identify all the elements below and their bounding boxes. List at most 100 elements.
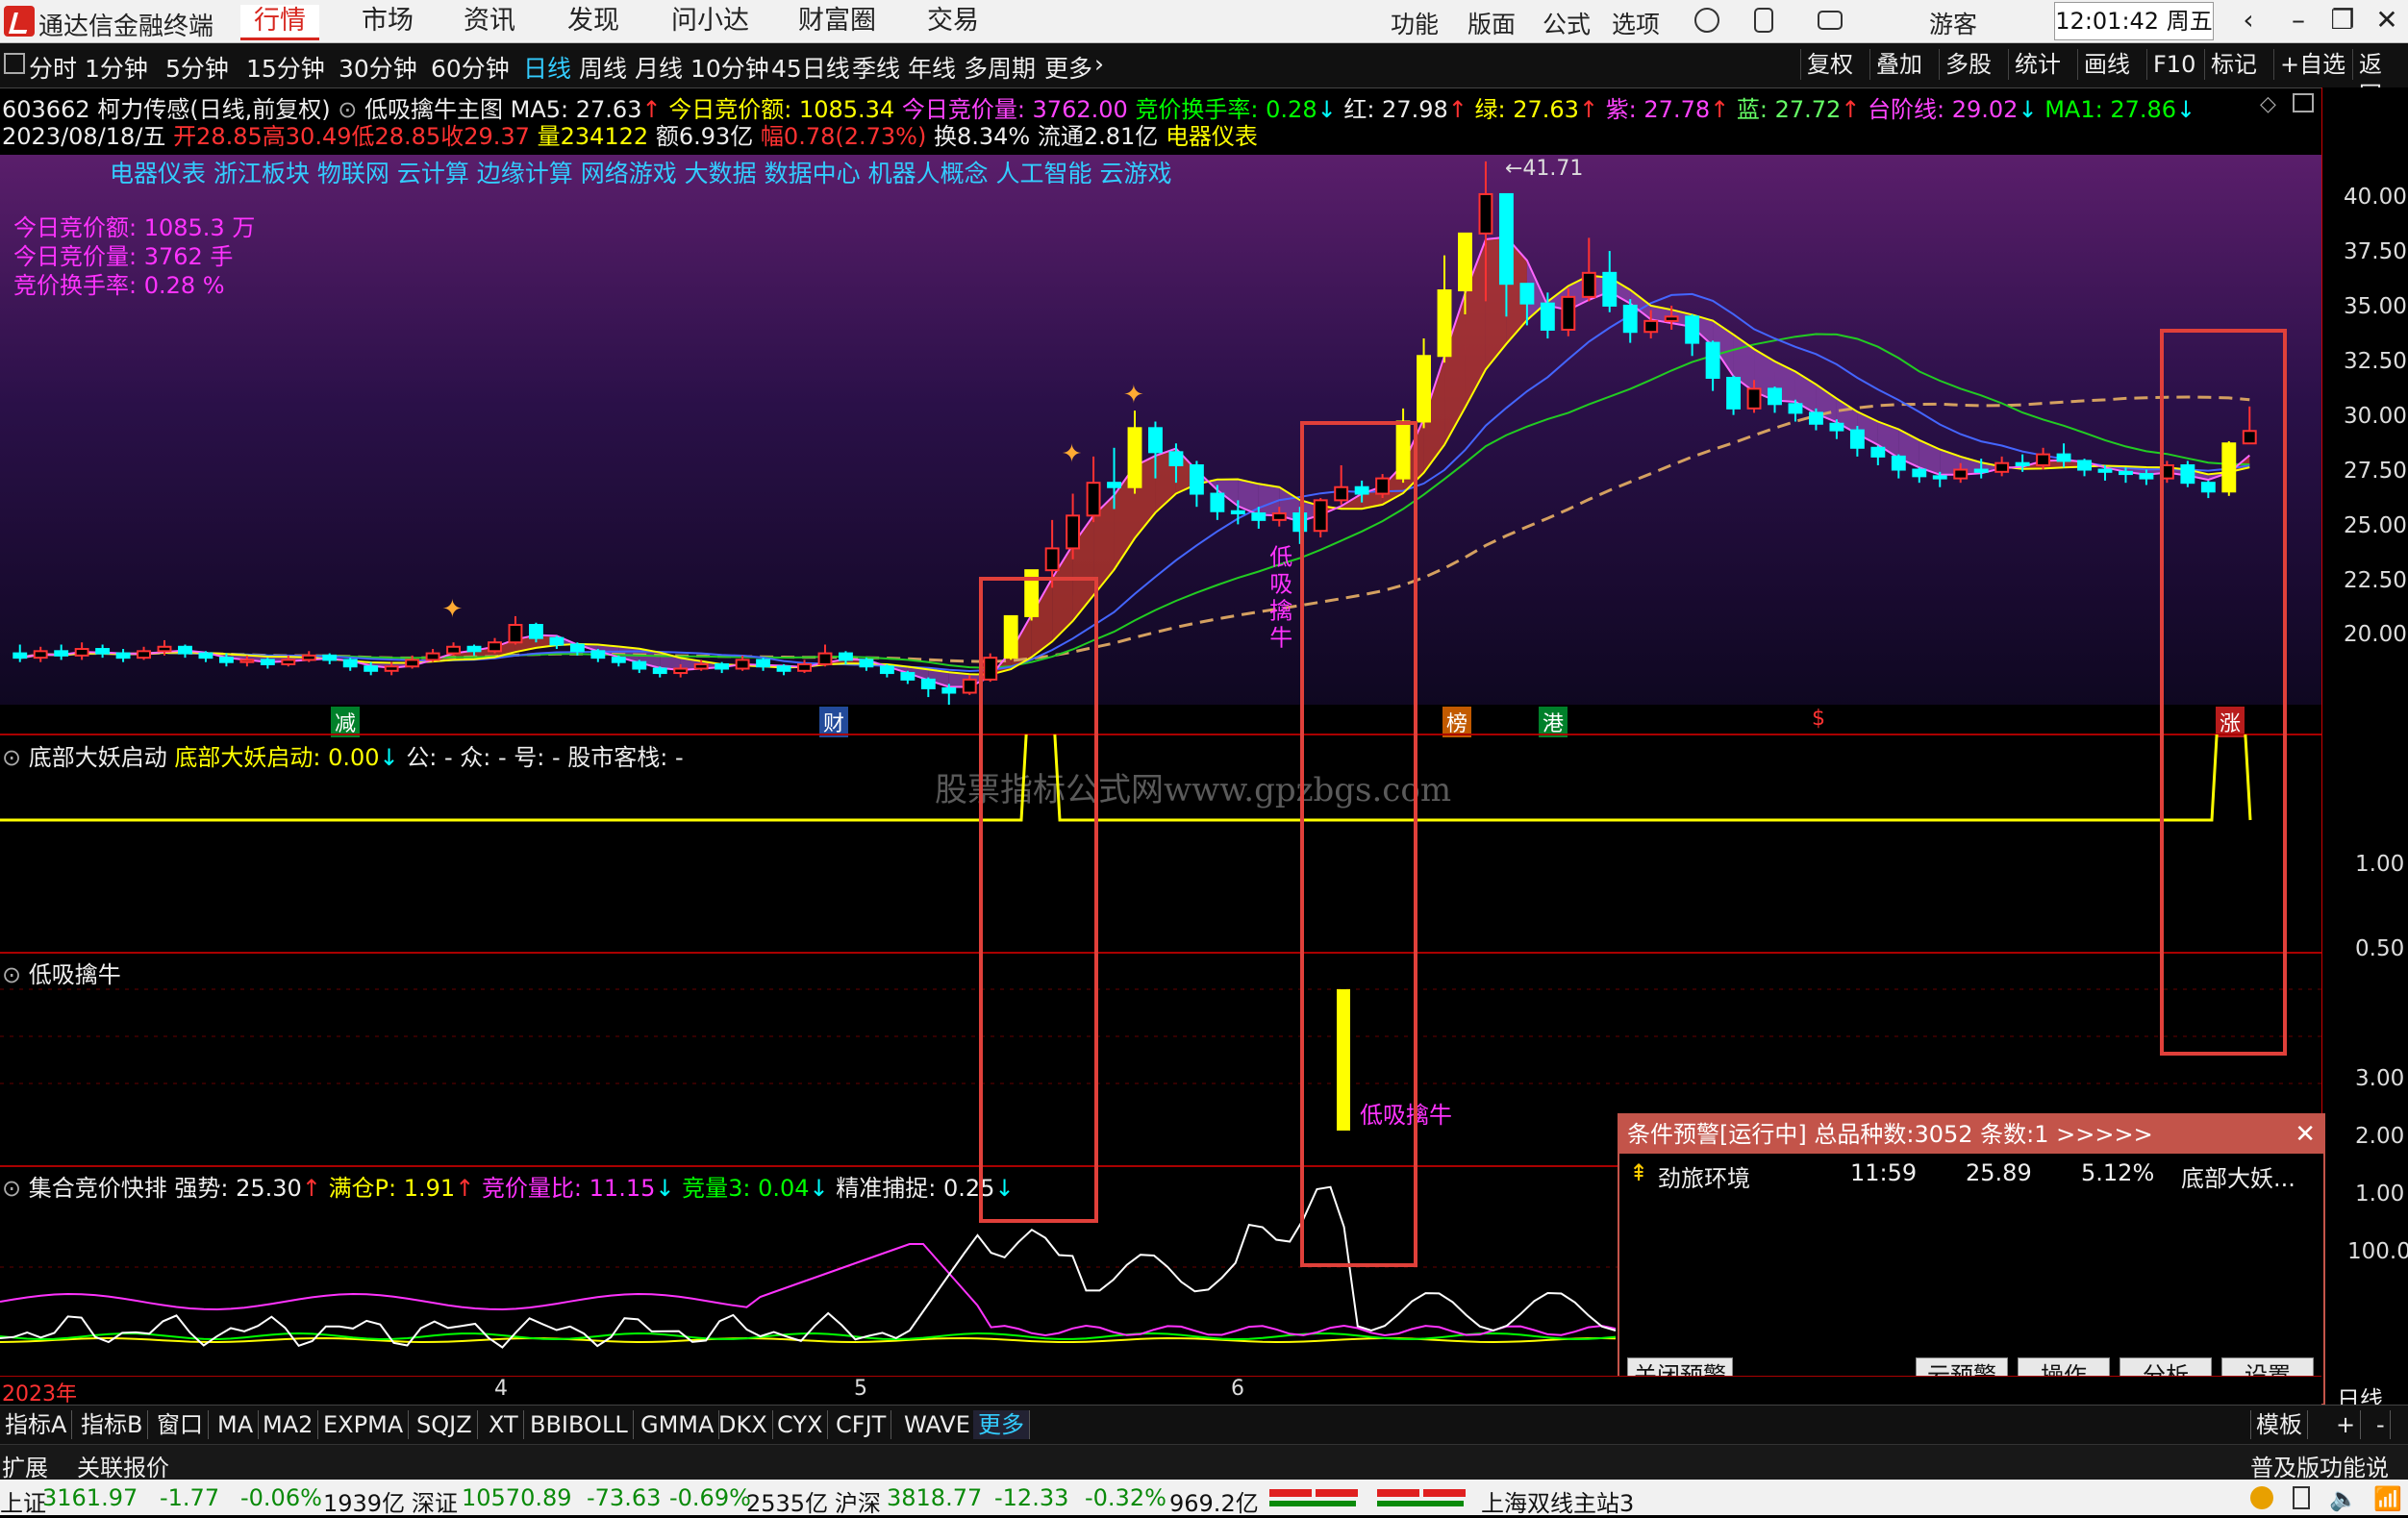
bar-amount: 额6.93亿 [656, 123, 753, 150]
toolbar-button-7[interactable]: +自选 [2273, 49, 2351, 80]
indicator-tab-4[interactable]: MA2 [258, 1410, 318, 1439]
alert-window[interactable]: 条件预警[运行中] 总品种数:3052 条数:1 >>>>> ✕ ⇞ 劲旅环境 … [1618, 1113, 2325, 1406]
server-name[interactable]: 上海双线主站3 [1481, 1484, 1634, 1518]
lock-icon[interactable] [2293, 1486, 2310, 1509]
candle-up [1666, 316, 1678, 321]
tool-xuanxiang[interactable]: 选项 [1612, 6, 1660, 40]
candle-up [695, 664, 708, 669]
indicator-tab-12[interactable]: CFJT [831, 1410, 891, 1439]
period-7[interactable]: 周线 [579, 50, 627, 85]
price-axis: 40.0037.5035.0032.5030.0027.5025.0022.50… [2321, 87, 2408, 1376]
period-4[interactable]: 30分钟 [339, 50, 417, 85]
diamond-icon[interactable]: ◇ [2260, 92, 2276, 116]
expand-button[interactable]: 扩展 [2, 1449, 48, 1482]
candle-down [922, 680, 935, 688]
alert-close-icon[interactable]: ✕ [2295, 1115, 2316, 1154]
menu-hangqing[interactable]: 行情 [240, 5, 319, 40]
indicator-tab-7[interactable]: XT [484, 1410, 524, 1439]
mail-icon[interactable] [1818, 11, 1843, 30]
toolbar-button-5[interactable]: F10 [2146, 49, 2201, 80]
candle-down [1169, 452, 1182, 465]
menu-faxian[interactable]: 发现 [554, 5, 633, 37]
hs-label[interactable]: 沪深 [835, 1484, 881, 1518]
toolbar-button-0[interactable]: 复权 [1800, 49, 1859, 80]
alert-time: 11:59 [1850, 1159, 1917, 1186]
period-9[interactable]: 10分钟 [690, 50, 769, 85]
candlestick-plot[interactable]: ←41.71←16.79低吸擒牛✦✦✦✦ [0, 155, 2321, 712]
menu-zixun[interactable]: 资讯 [450, 5, 529, 37]
period-3[interactable]: 15分钟 [246, 50, 325, 85]
period-11[interactable]: 季线 [852, 50, 900, 85]
tool-gongshi[interactable]: 公式 [1543, 6, 1591, 40]
zoom-out-button[interactable]: - [2371, 1410, 2391, 1439]
period-6[interactable]: 日线 [523, 50, 571, 85]
candle-up [819, 654, 832, 664]
main-chart[interactable]: 电器仪表 浙江板块 物联网 云计算 边缘计算 网络游戏 大数据 数据中心 机器人… [0, 155, 2321, 712]
phone-icon[interactable] [1754, 8, 1773, 33]
related-quote-button[interactable]: 关联报价 [77, 1449, 169, 1482]
indicator-tab-10[interactable]: DKX [714, 1410, 773, 1439]
candle-down [1934, 476, 1946, 478]
menu-jiaoyi[interactable]: 交易 [914, 5, 992, 37]
toolbar-button-3[interactable]: 统计 [2008, 49, 2067, 80]
period-5[interactable]: 60分钟 [431, 50, 510, 85]
network-icon[interactable]: 📶 [2373, 1485, 2402, 1512]
period-2[interactable]: 5分钟 [165, 50, 229, 85]
toolbar-button-4[interactable]: 画线 [2077, 49, 2136, 80]
date-month-4: 4 [494, 1377, 508, 1401]
candle-down [942, 688, 955, 693]
zoom-in-button[interactable]: + [2331, 1410, 2361, 1439]
period-10[interactable]: 45日线 [771, 50, 850, 85]
indicator-tab-5[interactable]: EXPMA [318, 1410, 409, 1439]
sz-label[interactable]: 深证 [412, 1484, 458, 1518]
coin-icon[interactable] [2250, 1486, 2273, 1509]
panel1-plot[interactable] [0, 734, 2321, 952]
layout-icon[interactable] [2293, 93, 2314, 112]
period-13[interactable]: 多周期 [964, 50, 1036, 85]
panel-toggle-icon[interactable] [4, 53, 25, 74]
indicator-tab-8[interactable]: BBIBOLL [525, 1410, 634, 1439]
sh-label[interactable]: 上证 [0, 1484, 46, 1518]
candle-down [591, 651, 604, 658]
candle-down [571, 644, 584, 651]
menu-shichang[interactable]: 市场 [348, 5, 427, 37]
event-tag-dollar[interactable]: $ [1808, 707, 1829, 731]
close-icon[interactable]: ✕ [2371, 5, 2402, 36]
menu-wenxiaoda[interactable]: 问小达 [658, 5, 763, 37]
refresh-icon[interactable] [1694, 8, 1719, 33]
indicator-tab-6[interactable]: SQJZ [412, 1410, 478, 1439]
tool-gongneng[interactable]: 功能 [1391, 6, 1439, 40]
user-label[interactable]: 游客 [1929, 6, 1977, 40]
market-breadth-bars[interactable] [1269, 1487, 1471, 1510]
indicator-tab-0[interactable]: 指标A [0, 1410, 72, 1439]
template-button[interactable]: 模板 [2250, 1410, 2308, 1439]
restore-icon[interactable]: ❐ [2327, 5, 2358, 36]
toolbar-button-6[interactable]: 标记 [2204, 49, 2263, 80]
more-chevron-icon[interactable]: › [1094, 50, 1104, 78]
minimize-icon[interactable]: – [2283, 5, 2314, 36]
alert-header[interactable]: 条件预警[运行中] 总品种数:3052 条数:1 >>>>> ✕ [1619, 1115, 2323, 1154]
indicator-tab-3[interactable]: MA [213, 1410, 259, 1439]
indicator-tab-14[interactable]: 更多 [973, 1410, 1030, 1439]
candle-up [447, 647, 460, 654]
tool-banmian[interactable]: 版面 [1467, 6, 1516, 40]
indicator-tab-11[interactable]: CYX [772, 1410, 828, 1439]
candle-up [1088, 483, 1100, 515]
indicator-tab-2[interactable]: 窗口 [152, 1410, 209, 1439]
indicator-tab-9[interactable]: GMMA [636, 1410, 719, 1439]
period-12[interactable]: 年线 [908, 50, 956, 85]
period-1[interactable]: 1分钟 [85, 50, 148, 85]
alert-row[interactable]: ⇞ 劲旅环境 11:59 25.89 5.12% 底部大妖... [1619, 1157, 2323, 1190]
period-8[interactable]: 月线 [635, 50, 683, 85]
indicator-tab-1[interactable]: 指标B [76, 1410, 148, 1439]
toolbar-button-2[interactable]: 多股 [1939, 49, 1997, 80]
indicator-tab-13[interactable]: WAVE [899, 1410, 976, 1439]
period-14[interactable]: 更多 [1044, 50, 1092, 85]
speaker-icon[interactable]: 🔈 [2329, 1485, 2358, 1512]
period-0[interactable]: 分时 [29, 50, 77, 85]
toolbar-button-8[interactable]: 返回 [2352, 49, 2408, 80]
menu-caifuquan[interactable]: 财富圈 [785, 5, 890, 37]
back-arrow-icon[interactable]: ‹ [2233, 5, 2264, 36]
toolbar-button-1[interactable]: 叠加 [1869, 49, 1928, 80]
candle-down [2099, 470, 2112, 472]
